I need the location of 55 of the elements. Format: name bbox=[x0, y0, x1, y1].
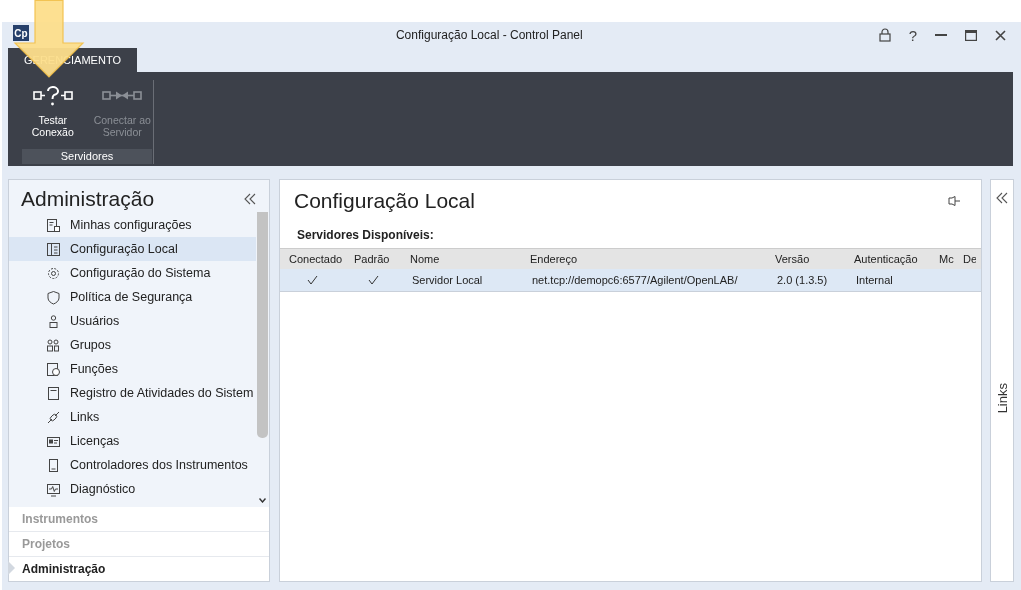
connection-test-icon bbox=[32, 86, 73, 106]
section-heading: Servidores Disponíveis: bbox=[296, 227, 435, 244]
help-button[interactable]: ? bbox=[908, 26, 917, 44]
group-icon bbox=[46, 337, 61, 353]
user-icon bbox=[46, 313, 61, 329]
table-cell-text: Servidor Local bbox=[411, 274, 484, 286]
nav-item[interactable]: Links bbox=[9, 405, 256, 429]
table-cell-text: net.tcp://demopc6:6577/Agilent/OpenLAB/ bbox=[531, 274, 739, 286]
nav-item[interactable]: Registro de Atividades do Sistem bbox=[9, 381, 256, 405]
app-logo: Cp bbox=[13, 25, 29, 41]
nav-item[interactable]: Controladores dos Instrumentos bbox=[9, 453, 256, 477]
column-header[interactable]: De bbox=[954, 253, 976, 265]
nav-item[interactable]: Configuração Local bbox=[9, 237, 256, 261]
column-header[interactable]: Padrão bbox=[345, 253, 401, 265]
group-label: Servidores bbox=[22, 149, 152, 164]
lock-icon[interactable] bbox=[878, 28, 891, 42]
document-icon bbox=[46, 361, 61, 377]
column-header[interactable]: Endereço bbox=[521, 253, 766, 265]
monitor-icon bbox=[46, 481, 61, 497]
column-header[interactable]: Versão bbox=[766, 253, 845, 265]
nav-item[interactable]: Diagnóstico bbox=[9, 477, 256, 501]
column-header[interactable]: Autenticação bbox=[845, 253, 930, 265]
log-icon bbox=[46, 385, 61, 401]
page-title: Configuração Local bbox=[294, 189, 475, 213]
panel-layout-icon bbox=[46, 241, 61, 257]
nav-item[interactable]: Minhas configurações bbox=[9, 213, 256, 237]
gear-icon bbox=[46, 265, 61, 281]
nav-section[interactable]: Administração bbox=[9, 556, 269, 581]
column-header[interactable]: Nome bbox=[401, 253, 521, 265]
pin-icon[interactable] bbox=[948, 196, 961, 206]
collapse-icon[interactable] bbox=[243, 193, 257, 205]
settings-list-icon bbox=[46, 217, 61, 233]
scroll-down-icon[interactable] bbox=[259, 498, 266, 503]
nav-item[interactable]: Política de Segurança bbox=[9, 285, 256, 309]
shield-icon bbox=[46, 289, 61, 305]
scroll-thumb[interactable] bbox=[257, 212, 268, 438]
column-header[interactable]: Mc bbox=[930, 253, 954, 265]
collapse-icon[interactable] bbox=[995, 192, 1009, 204]
close-icon[interactable] bbox=[995, 29, 1006, 41]
table-row[interactable]: Servidor Local net.tcp://demopc6:6577/Agilent/OpenLAB/ 2.0 (1.3.5) Internal bbox=[280, 269, 981, 292]
panel-title: Administração bbox=[21, 187, 155, 211]
nav-item[interactable]: Grupos bbox=[9, 333, 256, 357]
window-title: Configuração Local - Control Panel bbox=[394, 28, 584, 42]
nav-item[interactable]: Configuração do Sistema bbox=[9, 261, 256, 285]
maximize-icon[interactable] bbox=[965, 29, 977, 41]
nav-item[interactable]: Funções bbox=[9, 357, 256, 381]
table-cell-text: 2.0 (1.3.5) bbox=[776, 274, 829, 286]
link-icon bbox=[46, 409, 61, 425]
table-cell-text: Internal bbox=[855, 274, 894, 286]
column-header[interactable]: Conectado bbox=[280, 253, 345, 265]
nav-item[interactable]: Usuários bbox=[9, 309, 256, 333]
device-icon bbox=[46, 457, 61, 473]
ribbon-button[interactable]: Testar Conexão bbox=[22, 80, 84, 149]
nav-item[interactable]: Licenças bbox=[9, 429, 256, 453]
links-tab[interactable]: Links bbox=[994, 382, 1010, 413]
